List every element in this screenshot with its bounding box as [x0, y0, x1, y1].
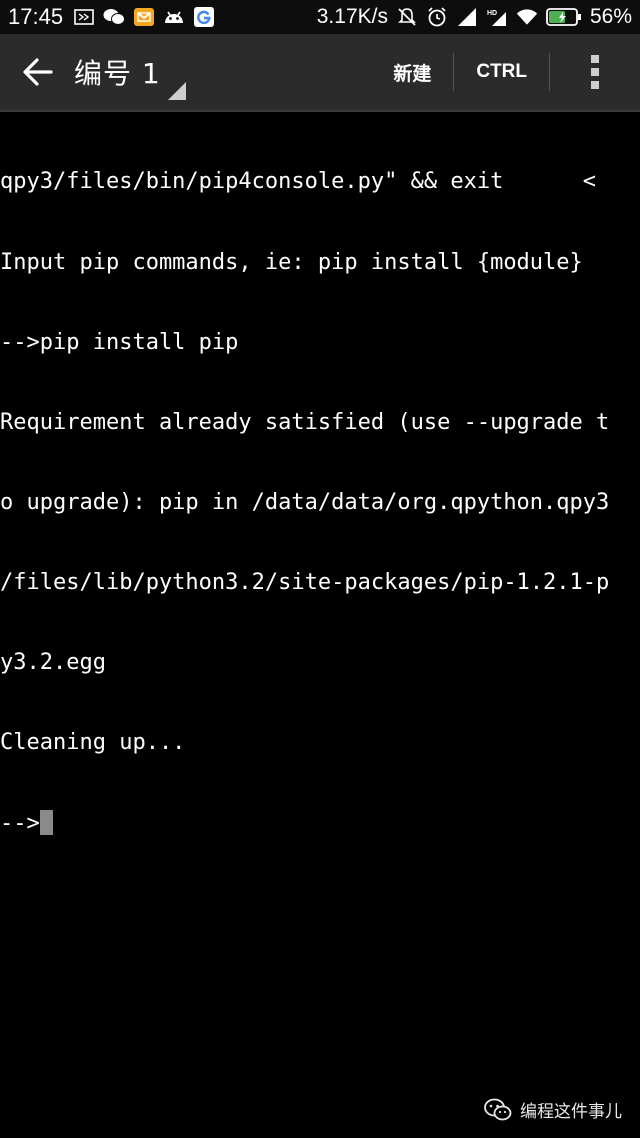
session-title-dropdown[interactable]: 编号 1: [66, 34, 186, 110]
watermark: 编程这件事儿: [484, 1097, 622, 1122]
terminal-prompt-line[interactable]: -->: [0, 810, 640, 837]
terminal-line: o upgrade): pip in /data/data/org.qpytho…: [0, 489, 610, 515]
status-right: 3.17K/s HD 56%: [317, 5, 640, 29]
wechat-logo-icon: [484, 1098, 512, 1120]
signal-icon: [456, 7, 478, 27]
hd-signal-icon: HD: [486, 7, 508, 27]
new-session-button[interactable]: 新建: [371, 34, 453, 110]
text-cursor: [39, 810, 53, 836]
status-left: 17:45: [0, 4, 215, 30]
terminal-output[interactable]: qpy3/files/bin/pip4console.py" && exit <…: [0, 116, 640, 890]
google-icon: [193, 7, 215, 27]
overflow-menu-button[interactable]: [550, 34, 640, 110]
session-title: 编号 1: [74, 57, 161, 90]
more-vertical-icon: [591, 55, 599, 89]
screen: 17:45 3.17K/s HD 56% 编号 1 新建 CTRL qpy3/f…: [0, 0, 640, 1138]
watermark-text: 编程这件事儿: [520, 1102, 622, 1122]
ctrl-button[interactable]: CTRL: [454, 34, 549, 110]
terminal-line: -->pip install pip: [0, 329, 239, 355]
wifi-icon: [516, 7, 538, 27]
svg-text:HD: HD: [487, 10, 497, 17]
android-icon: [163, 7, 185, 27]
back-arrow-icon: [23, 58, 53, 86]
terminal-line: qpy3/files/bin/pip4console.py" && exit <: [0, 169, 597, 195]
battery-percent: 56%: [589, 5, 632, 28]
terminal-line: Cleaning up...: [0, 730, 186, 756]
terminal-line: Input pip commands, ie: pip install {mod…: [0, 249, 583, 275]
back-button[interactable]: [10, 34, 66, 110]
toolbar: 编号 1 新建 CTRL: [0, 34, 640, 112]
alarm-icon: [426, 7, 448, 27]
terminal-line: /files/lib/python3.2/site-packages/pip-1…: [0, 569, 610, 595]
mail-icon: [133, 7, 155, 27]
network-speed: 3.17K/s: [316, 5, 388, 28]
toolbar-actions: 新建 CTRL: [371, 34, 640, 110]
terminal-prompt: -->: [0, 811, 40, 837]
screen-icon: [73, 7, 95, 27]
mute-icon: [396, 7, 418, 27]
terminal-line: y3.2.egg: [0, 649, 106, 675]
wechat-icon: [103, 7, 126, 27]
status-time: 17:45: [8, 4, 64, 29]
battery-icon: [546, 7, 582, 27]
dropdown-corner-icon: [168, 82, 186, 100]
terminal-line: Requirement already satisfied (use --upg…: [0, 409, 610, 435]
status-bar: 17:45 3.17K/s HD 56%: [0, 0, 640, 34]
